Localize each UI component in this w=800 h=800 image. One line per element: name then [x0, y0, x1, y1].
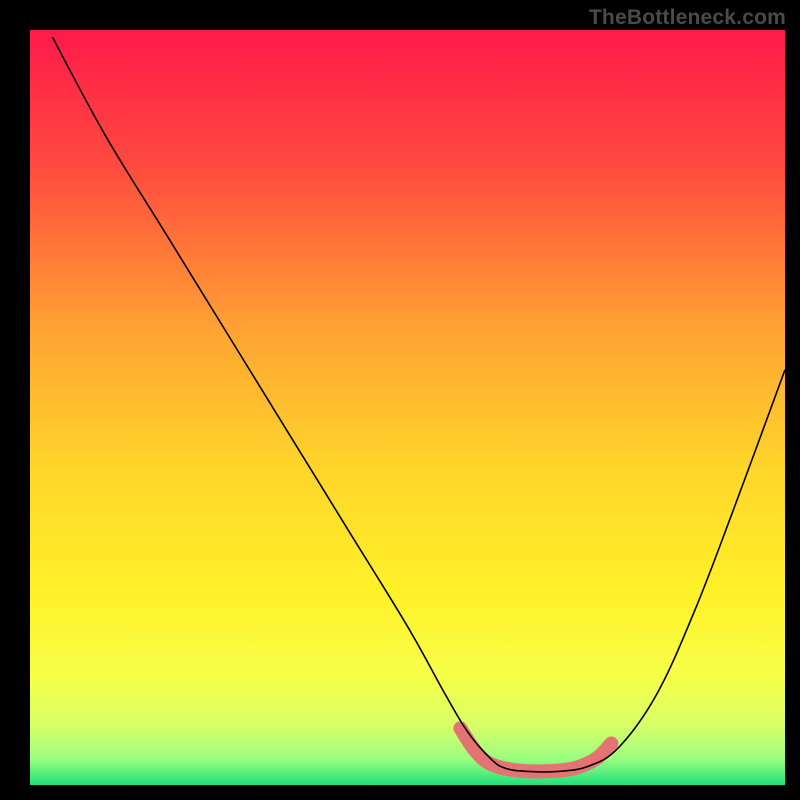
gradient-background: [30, 30, 785, 785]
chart-stage: TheBottleneck.com: [0, 0, 800, 800]
chart-svg: [0, 0, 800, 800]
